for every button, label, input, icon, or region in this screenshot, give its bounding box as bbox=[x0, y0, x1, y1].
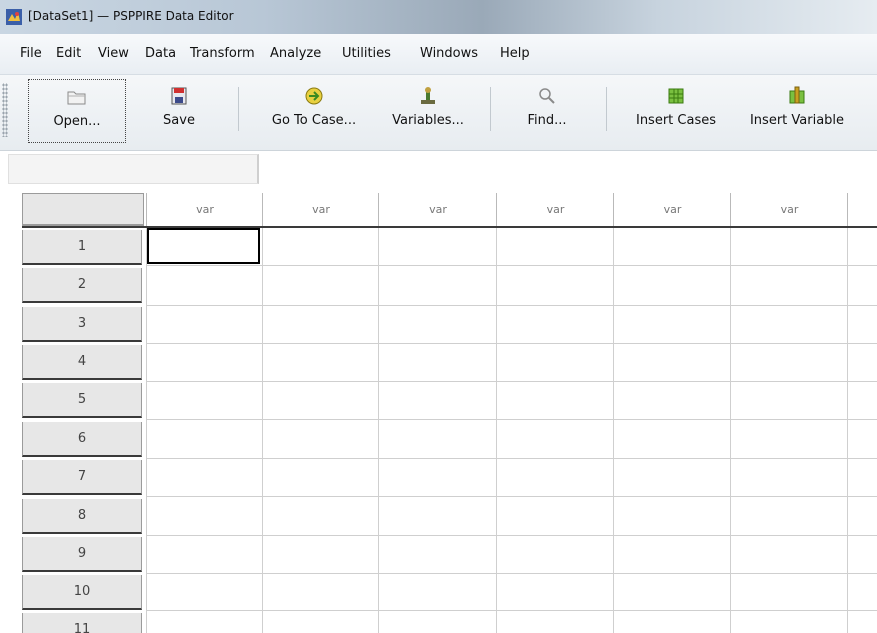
open-label: Open... bbox=[53, 114, 101, 129]
insert-variable-icon bbox=[789, 86, 805, 104]
row-header[interactable]: 5 bbox=[22, 383, 142, 418]
menu-help[interactable]: Help bbox=[500, 46, 530, 61]
grid-line bbox=[146, 458, 877, 459]
row-header[interactable]: 4 bbox=[22, 345, 142, 380]
toolbar: Open... Save Go To Case... Variables... bbox=[0, 75, 877, 151]
row-header[interactable]: 7 bbox=[22, 460, 142, 495]
row-header[interactable]: 2 bbox=[22, 268, 142, 303]
toolbar-grip[interactable] bbox=[2, 83, 8, 137]
column-header[interactable]: var bbox=[613, 193, 731, 226]
menu-data[interactable]: Data bbox=[145, 46, 176, 61]
menu-file[interactable]: File bbox=[20, 46, 42, 61]
grid-corner[interactable] bbox=[22, 193, 144, 227]
column-header-partial[interactable] bbox=[847, 193, 877, 226]
goto-case-button[interactable]: Go To Case... bbox=[254, 79, 374, 141]
toolbar-separator bbox=[490, 87, 491, 131]
toolbar-separator bbox=[606, 87, 607, 131]
row-header[interactable]: 8 bbox=[22, 499, 142, 534]
active-cell[interactable] bbox=[147, 228, 260, 264]
cell-reference-box[interactable] bbox=[8, 154, 259, 184]
column-header[interactable]: var bbox=[378, 193, 497, 226]
open-button[interactable]: Open... bbox=[28, 79, 126, 143]
save-button[interactable]: Save bbox=[144, 79, 214, 141]
variables-button[interactable]: Variables... bbox=[368, 79, 488, 141]
row-header[interactable]: 6 bbox=[22, 422, 142, 457]
row-header[interactable]: 9 bbox=[22, 537, 142, 572]
row-header[interactable]: 1 bbox=[22, 230, 142, 265]
goto-case-label: Go To Case... bbox=[271, 113, 357, 128]
menu-utilities[interactable]: Utilities bbox=[342, 46, 391, 61]
save-label: Save bbox=[163, 113, 195, 128]
insert-variable-button[interactable]: Insert Variable bbox=[736, 79, 858, 141]
insert-cases-icon bbox=[668, 88, 684, 104]
cell-entry-row bbox=[0, 151, 877, 187]
grid-line bbox=[146, 610, 877, 611]
menu-edit[interactable]: Edit bbox=[56, 46, 81, 61]
variables-label: Variables... bbox=[392, 113, 464, 128]
goto-arrow-icon bbox=[305, 87, 323, 105]
folder-open-icon bbox=[67, 91, 86, 105]
row-header[interactable]: 11 bbox=[22, 613, 142, 633]
grid-line bbox=[146, 265, 877, 266]
grid-line bbox=[146, 535, 877, 536]
column-header[interactable]: var bbox=[262, 193, 379, 226]
title-bar: [DataSet1] — PSPPIRE Data Editor bbox=[0, 0, 877, 34]
window-title: [DataSet1] — PSPPIRE Data Editor bbox=[28, 9, 234, 23]
insert-cases-button[interactable]: Insert Cases bbox=[620, 79, 732, 141]
insert-variable-label: Insert Variable bbox=[749, 113, 845, 128]
menu-analyze[interactable]: Analyze bbox=[270, 46, 321, 61]
row-header[interactable]: 10 bbox=[22, 575, 142, 610]
insert-cases-label: Insert Cases bbox=[635, 113, 716, 128]
menu-windows[interactable]: Windows bbox=[420, 46, 478, 61]
find-label: Find... bbox=[527, 113, 567, 128]
grid-line bbox=[146, 305, 877, 306]
grid-line bbox=[146, 419, 877, 420]
variables-stamp-icon bbox=[421, 87, 435, 104]
menu-transform[interactable]: Transform bbox=[190, 46, 255, 61]
menu-view[interactable]: View bbox=[98, 46, 129, 61]
column-header[interactable]: var bbox=[146, 193, 263, 226]
grid-line bbox=[146, 343, 877, 344]
grid-line bbox=[146, 496, 877, 497]
menu-bar: File Edit View Data Transform Analyze Ut… bbox=[0, 34, 877, 75]
data-grid[interactable]: var var var var var var 1 2 3 4 5 6 7 8 … bbox=[0, 190, 877, 633]
row-header[interactable]: 3 bbox=[22, 307, 142, 342]
magnifier-icon bbox=[539, 88, 555, 104]
save-icon bbox=[171, 87, 187, 105]
grid-line bbox=[146, 573, 877, 574]
column-header[interactable]: var bbox=[730, 193, 848, 226]
column-header[interactable]: var bbox=[496, 193, 614, 226]
psppire-app-icon bbox=[6, 9, 22, 25]
toolbar-separator bbox=[238, 87, 239, 131]
find-button[interactable]: Find... bbox=[506, 79, 588, 141]
grid-line bbox=[146, 381, 877, 382]
